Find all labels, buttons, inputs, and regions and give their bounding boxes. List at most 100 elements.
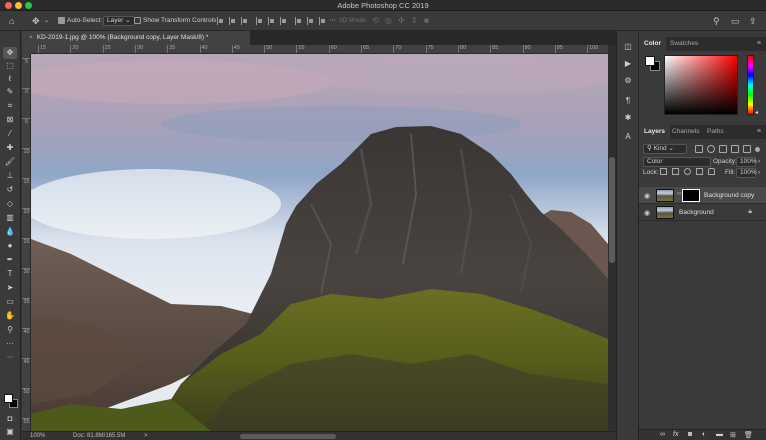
- move-tool-icon[interactable]: ✥: [3, 47, 17, 59]
- tab-layers[interactable]: Layers: [639, 125, 670, 139]
- chevron-down-icon[interactable]: ⌄: [44, 15, 49, 27]
- mask-link-icon[interactable]: ∞: [677, 191, 681, 197]
- distribute-bottom-icon[interactable]: [319, 17, 326, 25]
- edit-toolbar-icon[interactable]: ⋯: [3, 352, 17, 364]
- show-transform-checkbox[interactable]: Show Transform Controls: [134, 17, 216, 24]
- filter-toggle-icon[interactable]: [755, 147, 760, 152]
- color-picker-field[interactable]: [664, 55, 738, 115]
- filter-type-icon[interactable]: [719, 145, 727, 153]
- lock-image-pixels-icon[interactable]: [672, 168, 679, 175]
- close-tab-icon[interactable]: ×: [29, 34, 33, 41]
- add-mask-icon[interactable]: ◙: [688, 431, 692, 438]
- share-icon[interactable]: ⇪: [749, 15, 757, 27]
- layer-lock-icon[interactable]: 🔒︎: [748, 208, 752, 216]
- pen-tool-icon[interactable]: ✒: [3, 254, 17, 266]
- visibility-eye-icon[interactable]: ◉: [644, 192, 650, 200]
- fill-input[interactable]: 100%: [736, 168, 757, 178]
- align-bottom-icon[interactable]: [280, 17, 287, 25]
- layer-name[interactable]: Background copy: [704, 192, 754, 199]
- gradient-tool-icon[interactable]: ▥: [3, 212, 17, 224]
- tab-color[interactable]: Color: [639, 37, 666, 51]
- fill-chevron-icon[interactable]: ›: [758, 167, 760, 179]
- align-middle-icon[interactable]: [268, 17, 275, 25]
- distribute-top-icon[interactable]: [295, 17, 302, 25]
- type-tool-icon[interactable]: T: [3, 268, 17, 280]
- color-panel-foreground[interactable]: [645, 56, 655, 66]
- tab-channels[interactable]: Channels: [667, 125, 704, 139]
- hue-slider[interactable]: [747, 55, 754, 115]
- history-brush-tool-icon[interactable]: ↺: [3, 184, 17, 196]
- lock-transparent-pixels-icon[interactable]: [660, 168, 667, 175]
- layer-row-background-copy[interactable]: ◉ ∞ Background copy: [639, 187, 766, 204]
- brush-settings-icon[interactable]: ✱: [622, 112, 634, 124]
- new-group-icon[interactable]: ▬: [716, 431, 723, 438]
- distribute-middle-icon[interactable]: [307, 17, 314, 25]
- document-tab[interactable]: × KD-2019-1.jpg @ 100% (Background copy, …: [22, 31, 250, 45]
- tab-swatches[interactable]: Swatches: [665, 37, 703, 51]
- layer-style-icon[interactable]: fx: [673, 431, 678, 438]
- clone-stamp-tool-icon[interactable]: ⊥: [3, 170, 17, 182]
- dodge-tool-icon[interactable]: ●: [3, 240, 17, 252]
- align-top-icon[interactable]: [256, 17, 263, 25]
- blend-mode-dropdown[interactable]: Color: [643, 157, 711, 167]
- status-menu-arrow[interactable]: >: [144, 433, 148, 439]
- eraser-tool-icon[interactable]: ◇: [3, 198, 17, 210]
- marquee-tool-icon[interactable]: ⬚: [3, 60, 17, 72]
- move-icon[interactable]: ✥: [32, 15, 40, 27]
- healing-brush-tool-icon[interactable]: ✚: [3, 142, 17, 154]
- panel-menu-icon[interactable]: ≡: [757, 40, 761, 47]
- layers-panel-menu-icon[interactable]: ≡: [757, 128, 761, 135]
- filter-smart-object-icon[interactable]: [743, 145, 751, 153]
- vertical-scrollbar[interactable]: [608, 45, 616, 431]
- zoom-tool-icon[interactable]: ⚲: [3, 324, 17, 336]
- brush-tool-icon[interactable]: 🖌: [3, 156, 17, 168]
- zoom-level[interactable]: 100%: [30, 433, 45, 439]
- vertical-ruler[interactable]: 5 0 5 10 15 20 25 30 35 40 45 50 55: [22, 54, 31, 431]
- filter-shape-icon[interactable]: [731, 145, 739, 153]
- horizontal-scroll-thumb[interactable]: [240, 434, 336, 439]
- tab-paths[interactable]: Paths: [702, 125, 729, 139]
- align-left-icon[interactable]: [217, 17, 224, 25]
- search-icon[interactable]: ⚲: [713, 15, 720, 27]
- layer-row-background[interactable]: ◉ Background 🔒︎: [639, 204, 766, 221]
- delete-layer-icon[interactable]: 🗑︎: [744, 431, 753, 439]
- quick-mask-icon[interactable]: ◘: [3, 413, 17, 425]
- lock-position-icon[interactable]: [684, 168, 691, 175]
- layer-mask-thumbnail[interactable]: [682, 189, 700, 202]
- quick-select-tool-icon[interactable]: ✎: [3, 86, 17, 98]
- rectangle-tool-icon[interactable]: ▭: [3, 296, 17, 308]
- opacity-input[interactable]: 100%: [736, 157, 757, 167]
- hue-slider-marker-icon[interactable]: ◂: [755, 109, 758, 116]
- link-layers-icon[interactable]: ∞: [660, 431, 665, 438]
- hand-tool-icon[interactable]: ✋: [3, 310, 17, 322]
- paragraph-panel-icon[interactable]: ¶: [622, 95, 634, 107]
- history-panel-icon[interactable]: ◫: [622, 41, 634, 53]
- visibility-eye-icon[interactable]: ◉: [644, 209, 650, 217]
- new-layer-icon[interactable]: ⊞: [730, 431, 736, 439]
- eyedropper-tool-icon[interactable]: ⁄: [3, 128, 17, 140]
- lock-all-icon[interactable]: [708, 168, 715, 175]
- document-canvas[interactable]: [31, 54, 608, 431]
- character-panel-icon[interactable]: A: [622, 131, 634, 143]
- layer-name[interactable]: Background: [679, 209, 714, 216]
- crop-tool-icon[interactable]: ⌗: [3, 100, 17, 112]
- workspace-icon[interactable]: ▭: [731, 15, 740, 27]
- actions-panel-icon[interactable]: ▶: [622, 58, 634, 70]
- home-icon[interactable]: ⌂: [9, 15, 14, 27]
- adjustment-layer-icon[interactable]: ◐: [702, 431, 706, 438]
- more-tools-icon[interactable]: ···: [3, 338, 17, 350]
- frame-tool-icon[interactable]: ⊠: [3, 114, 17, 126]
- lock-artboard-icon[interactable]: [696, 168, 703, 175]
- ruler-origin[interactable]: [22, 45, 31, 54]
- filter-pixel-icon[interactable]: [695, 145, 703, 153]
- layer-filter-kind[interactable]: ⚲ Kind ⌄: [643, 144, 687, 154]
- filter-adjustment-icon[interactable]: [707, 145, 715, 153]
- lasso-tool-icon[interactable]: ℓ: [3, 73, 17, 85]
- align-right-icon[interactable]: [241, 17, 248, 25]
- more-options-icon[interactable]: ···: [329, 15, 336, 27]
- auto-select-checkbox[interactable]: Auto-Select:: [58, 17, 102, 24]
- vertical-scroll-thumb[interactable]: [609, 157, 615, 263]
- path-selection-tool-icon[interactable]: ➤: [3, 282, 17, 294]
- foreground-color-swatch[interactable]: [4, 394, 13, 403]
- align-center-h-icon[interactable]: [229, 17, 236, 25]
